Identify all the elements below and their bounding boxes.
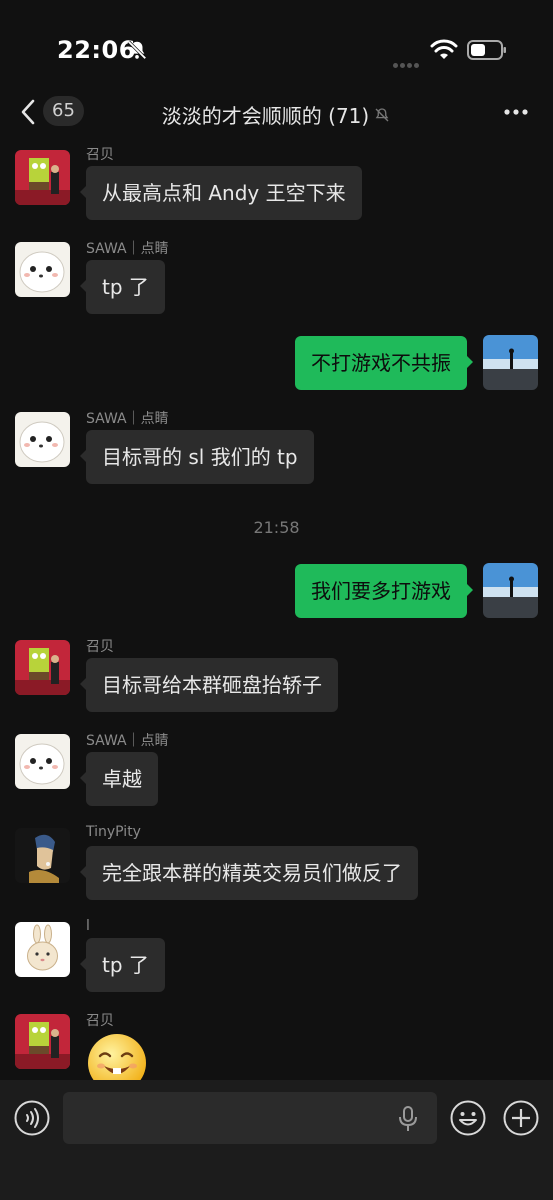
avatar-me[interactable]	[483, 563, 538, 618]
message-bubble[interactable]: 卓越	[80, 752, 158, 806]
message-bubble[interactable]: 目标哥的 sl 我们的 tp	[80, 430, 314, 484]
message-bubble[interactable]: 目标哥给本群砸盘抬轿子	[80, 658, 338, 712]
status-time: 22:06	[57, 36, 136, 64]
avatar-sawa[interactable]	[15, 734, 70, 789]
avatar-l[interactable]	[15, 922, 70, 977]
message-bubble[interactable]: tp 了	[80, 938, 165, 992]
message-input[interactable]	[63, 1092, 437, 1144]
sender-name: TinyPity	[86, 824, 141, 840]
avatar-tinypity[interactable]	[15, 828, 70, 883]
avatar-zhaobei[interactable]	[15, 1014, 70, 1069]
voice-input-icon[interactable]	[14, 1100, 50, 1136]
bell-muted-icon	[127, 40, 147, 60]
plus-icon[interactable]	[503, 1100, 539, 1136]
signal-icon	[393, 53, 421, 72]
grinning-face-sticker[interactable]	[86, 1032, 148, 1080]
sender-name: SAWA｜点睛	[86, 411, 169, 427]
message-bubble[interactable]: 我们要多打游戏	[295, 564, 473, 618]
message-bubble[interactable]: tp 了	[80, 260, 165, 314]
wifi-icon	[430, 39, 458, 59]
chat-header: 65 淡淡的才会顺顺的 (71)	[0, 90, 553, 136]
message-list[interactable]: 召贝 从最高点和 Andy 王空下来 SAWA｜点睛 tp 了 不打游戏不共振	[0, 136, 553, 1080]
avatar-me[interactable]	[483, 335, 538, 390]
sender-name: l	[86, 918, 90, 934]
avatar-zhaobei[interactable]	[15, 150, 70, 205]
battery-icon	[467, 40, 506, 60]
more-options-icon[interactable]	[503, 108, 529, 116]
sender-name: 召贝	[86, 639, 114, 655]
emoji-icon[interactable]	[450, 1100, 486, 1136]
avatar-sawa[interactable]	[15, 242, 70, 297]
sender-name: SAWA｜点睛	[86, 241, 169, 257]
chat-input-bar	[0, 1080, 553, 1200]
sender-name: SAWA｜点睛	[86, 733, 169, 749]
avatar-zhaobei[interactable]	[15, 640, 70, 695]
chat-title: 淡淡的才会顺顺的 (71)	[0, 100, 553, 129]
message-timestamp: 21:58	[253, 518, 300, 537]
avatar-sawa[interactable]	[15, 412, 70, 467]
sender-name: 召贝	[86, 1013, 114, 1029]
status-bar: 22:06	[0, 0, 553, 90]
chat-title-text: 淡淡的才会顺顺的 (71)	[161, 104, 370, 128]
mute-bell-icon	[375, 107, 389, 121]
microphone-icon[interactable]	[398, 1105, 418, 1133]
message-bubble[interactable]: 从最高点和 Andy 王空下来	[80, 166, 362, 220]
message-bubble[interactable]: 完全跟本群的精英交易员们做反了	[80, 846, 418, 900]
message-bubble[interactable]: 不打游戏不共振	[295, 336, 473, 390]
sender-name: 召贝	[86, 147, 114, 163]
